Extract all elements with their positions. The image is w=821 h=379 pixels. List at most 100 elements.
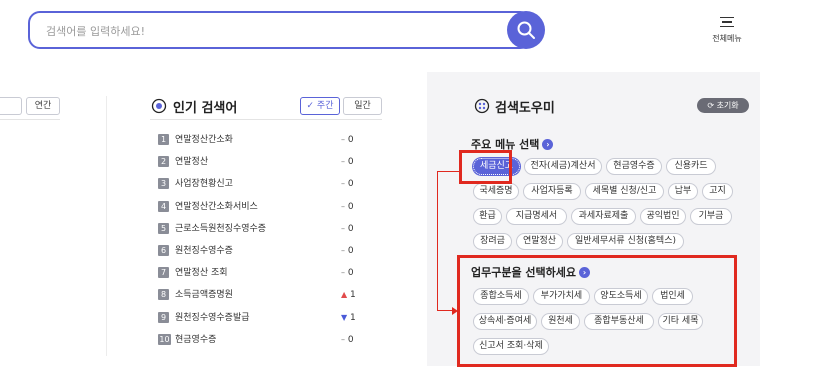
popular-keyword-row[interactable]: 4 연말정산간소화서비스 – 0: [158, 200, 378, 216]
popular-keyword-icon: [151, 98, 167, 114]
rank-number: 1: [158, 134, 169, 145]
popular-keyword-row[interactable]: 3 사업장현황신고 – 0: [158, 177, 378, 193]
rank-change-same-icon: –: [341, 201, 345, 211]
popular-keyword-link[interactable]: 원천징수영수증발급: [175, 311, 250, 325]
rank-change-same-icon: –: [341, 246, 345, 255]
highlight-box-selected-menu: [459, 150, 512, 184]
popular-keyword-link[interactable]: 연말정산 조회: [175, 266, 228, 280]
connector-line: [437, 171, 459, 172]
rank-change-value: 0: [347, 157, 354, 168]
left-divider: [0, 119, 60, 120]
rank-number: 6: [158, 245, 169, 256]
popular-keyword-link[interactable]: 원천징수영수증: [175, 244, 233, 258]
rank-change: – 0: [341, 133, 354, 147]
all-menu-button[interactable]: 전체메뉴: [702, 14, 752, 54]
main-menu-chip[interactable]: 환급: [473, 208, 502, 225]
column-divider: [106, 96, 107, 356]
rank-number: 9: [158, 311, 169, 323]
rank-change-same-icon: –: [341, 268, 345, 278]
main-menu-chip[interactable]: 신용카드: [666, 158, 716, 175]
search-helper-title: 검색도우미: [495, 101, 555, 116]
rank-change: – 0: [341, 200, 354, 214]
rank-number: 3: [158, 178, 169, 190]
rank-number: 7: [158, 267, 169, 279]
main-menu-chip[interactable]: 납부: [668, 183, 698, 200]
popular-keyword-row[interactable]: 8 소득금액증명원 ▲ 1: [158, 288, 378, 304]
rank-change-same-icon: –: [341, 179, 345, 189]
main-menu-chip[interactable]: 전자(세금)계산서: [524, 158, 602, 175]
rank-change-same-icon: –: [341, 334, 345, 344]
rank-change-value: 1: [350, 312, 356, 323]
main-menu-chip[interactable]: 과세자료제출: [571, 208, 636, 225]
main-menu-chip[interactable]: 지급명세서: [506, 208, 567, 225]
rank-change-value: 0: [347, 334, 354, 345]
popular-header-divider: [150, 119, 382, 120]
main-menu-chip[interactable]: 기부금: [690, 208, 732, 225]
rank-change: – 0: [341, 222, 354, 236]
popular-keyword-row[interactable]: 6 원천징수영수증 – 0: [158, 244, 378, 260]
popular-keyword-link[interactable]: 연말정산: [175, 155, 208, 169]
main-menu-chip[interactable]: 사업자등록: [523, 183, 581, 200]
rank-change-value: 0: [347, 135, 354, 145]
rank-change: – 0: [341, 333, 354, 347]
popular-keyword-row[interactable]: 2 연말정산 – 0: [158, 155, 378, 171]
rank-change: – 0: [341, 244, 354, 258]
rank-change-same-icon: –: [341, 157, 345, 167]
helper-icon: [474, 98, 490, 114]
popular-keyword-link[interactable]: 소득금액증명원: [175, 288, 233, 302]
main-menu-chip[interactable]: 현금영수증: [606, 158, 662, 175]
popular-keyword-row[interactable]: 5 근로소득원천징수영수증 – 0: [158, 222, 378, 238]
rank-number: 2: [158, 156, 169, 168]
rank-change-same-icon: –: [341, 223, 345, 233]
all-menu-label: 전체메뉴: [712, 34, 742, 44]
popular-keyword-link[interactable]: 근로소득원천징수영수증: [175, 222, 266, 236]
main-menu-chip[interactable]: 국세증명: [473, 183, 519, 200]
main-menu-chip[interactable]: 고지: [702, 183, 733, 200]
rank-change-value: 0: [347, 223, 354, 234]
arrow-head-icon: [452, 307, 458, 315]
tab-daily[interactable]: 일간: [343, 97, 382, 115]
rank-change-up-icon: ▲: [341, 290, 348, 300]
rank-change-value: 0: [347, 268, 354, 279]
popular-keyword-row[interactable]: 1 연말정산간소화 – 0: [158, 133, 378, 149]
main-menu-chip[interactable]: 장려금: [473, 233, 512, 250]
popular-keyword-link[interactable]: 연말정산간소화: [175, 133, 233, 147]
rank-change-same-icon: –: [341, 135, 345, 144]
tab-weekly[interactable]: ✓ 주간: [300, 97, 340, 115]
left-tab-clipped[interactable]: [0, 97, 22, 115]
popular-keyword-row[interactable]: 7 연말정산 조회 – 0: [158, 266, 378, 282]
rank-change-value: 0: [347, 201, 354, 212]
rank-change: – 0: [341, 266, 354, 280]
rank-change: – 0: [341, 155, 354, 169]
chevron-right-icon: ›: [542, 139, 554, 150]
main-menu-chip[interactable]: 연말정산: [516, 233, 563, 250]
main-menu-chip[interactable]: 공익법인: [640, 208, 686, 225]
main-menu-chip[interactable]: 일반세무서류 신청(홈텍스): [567, 233, 684, 250]
popular-keyword-link[interactable]: 현금영수증: [175, 333, 216, 347]
rank-number: 4: [158, 200, 169, 212]
rank-change: ▼ 1: [341, 311, 356, 325]
popular-keyword-row[interactable]: 10 현금영수증 – 0: [158, 333, 378, 349]
rank-change: ▲ 1: [341, 288, 356, 302]
popular-keyword-row[interactable]: 9 원천징수영수증발급 ▼ 1: [158, 311, 378, 327]
connector-line: [437, 310, 453, 311]
search-icon: [517, 21, 535, 39]
rank-number: 8: [158, 289, 169, 301]
tab-yearly[interactable]: 연간: [26, 97, 60, 115]
popular-keyword-link[interactable]: 사업장현황신고: [175, 177, 233, 191]
rank-change-value: 1: [350, 290, 356, 301]
search-input[interactable]: [44, 21, 488, 41]
hamburger-icon: [720, 17, 734, 28]
connector-line: [437, 171, 438, 311]
rank-change-value: 0: [347, 179, 354, 190]
popular-keyword-link[interactable]: 연말정산간소화서비스: [175, 200, 258, 214]
rank-change-value: 0: [347, 246, 354, 256]
popular-keyword-title: 인기 검색어: [173, 101, 238, 116]
search-button[interactable]: [507, 11, 545, 49]
reset-button[interactable]: ⟳ 초기화: [697, 98, 749, 113]
search-box: [28, 11, 532, 49]
main-menu-chip[interactable]: 세목별 신청/신고: [585, 183, 664, 200]
highlight-box-work-section: [457, 255, 737, 367]
rank-change: – 0: [341, 177, 354, 191]
rank-number: 5: [158, 222, 169, 234]
